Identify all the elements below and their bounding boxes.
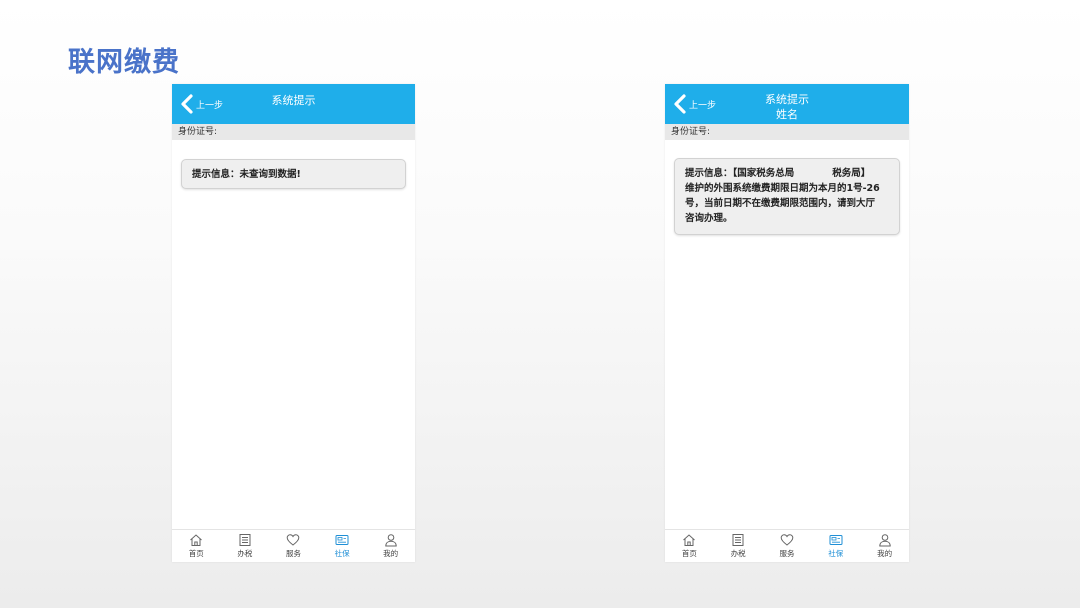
tab-label: 服务 [285, 549, 301, 558]
message-line: 号，当前日期不在缴费期限范围内，请到大厅 [685, 198, 876, 209]
message-text: 提示信息：【国家税务总局 [685, 168, 795, 179]
nav-title: 系统提示 [765, 93, 809, 106]
message-line: 维护的外围系统缴费期限日期为本月的1号-26 [685, 183, 880, 194]
message-box: 提示信息：未查询到数据! [181, 159, 406, 189]
tab-label: 我的 [383, 549, 399, 558]
card-icon [335, 535, 349, 545]
heart-icon [287, 534, 300, 546]
message-box: 提示信息：【国家税务总局 税务局】 维护的外围系统缴费期限日期为本月的1号-26 … [674, 158, 900, 235]
tab-label: 办税 [730, 549, 746, 558]
user-icon [384, 534, 397, 547]
message-line: 提示信息：【国家税务总局 税务局】 [685, 166, 889, 181]
tab-tax[interactable]: 办税 [714, 530, 763, 562]
slide-title: 联网缴费 [68, 47, 180, 78]
tab-home[interactable]: 首页 [172, 530, 221, 562]
tab-mine[interactable]: 我的 [860, 530, 909, 562]
tab-home[interactable]: 首页 [665, 530, 714, 562]
tab-bar: 首页 办税 服务 社保 我的 [172, 529, 415, 562]
nav-bar: 上一步 系统提示 [172, 84, 415, 124]
tab-service[interactable]: 服务 [763, 530, 812, 562]
nav-subtitle-name: 姓名 [776, 108, 798, 121]
heart-icon [780, 534, 794, 546]
tab-social-security[interactable]: 社保 [811, 530, 860, 562]
tab-label: 首页 [188, 549, 204, 558]
user-icon [878, 534, 891, 547]
message-text: 提示信息：未查询到数据! [192, 168, 301, 180]
tab-label: 服务 [779, 549, 795, 558]
nav-bar: 上一步 系统提示 姓名 [665, 84, 909, 124]
tab-label: 我的 [877, 549, 893, 558]
message-line: 咨询办理。 [685, 213, 733, 224]
tab-bar: 首页 办税 服务 社保 我的 [665, 529, 909, 562]
tab-mine[interactable]: 我的 [366, 530, 415, 562]
tab-label: 社保 [334, 549, 350, 558]
tab-label: 办税 [237, 549, 253, 558]
tab-label: 首页 [681, 549, 697, 558]
tab-label: 社保 [828, 549, 844, 558]
tab-social-security[interactable]: 社保 [318, 530, 367, 562]
list-icon [732, 534, 744, 546]
tab-service[interactable]: 服务 [269, 530, 318, 562]
home-icon [190, 534, 203, 546]
message-text: 税务局】 [832, 168, 871, 179]
list-icon [239, 534, 251, 546]
home-icon [683, 534, 696, 546]
phone-screen-right: 上一步 系统提示 姓名 身份证号: 提示信息：【国家税务总局 税务局】 维护的外围… [665, 84, 909, 562]
tab-tax[interactable]: 办税 [221, 530, 270, 562]
id-number-label: 身份证号: [172, 124, 415, 140]
nav-title: 系统提示 [271, 94, 316, 107]
phone-screen-left: 上一步 系统提示 身份证号: 提示信息：未查询到数据! 首页 办税 服务 社保 … [172, 84, 415, 562]
id-number-label: 身份证号: [665, 124, 909, 140]
card-icon [829, 535, 843, 545]
